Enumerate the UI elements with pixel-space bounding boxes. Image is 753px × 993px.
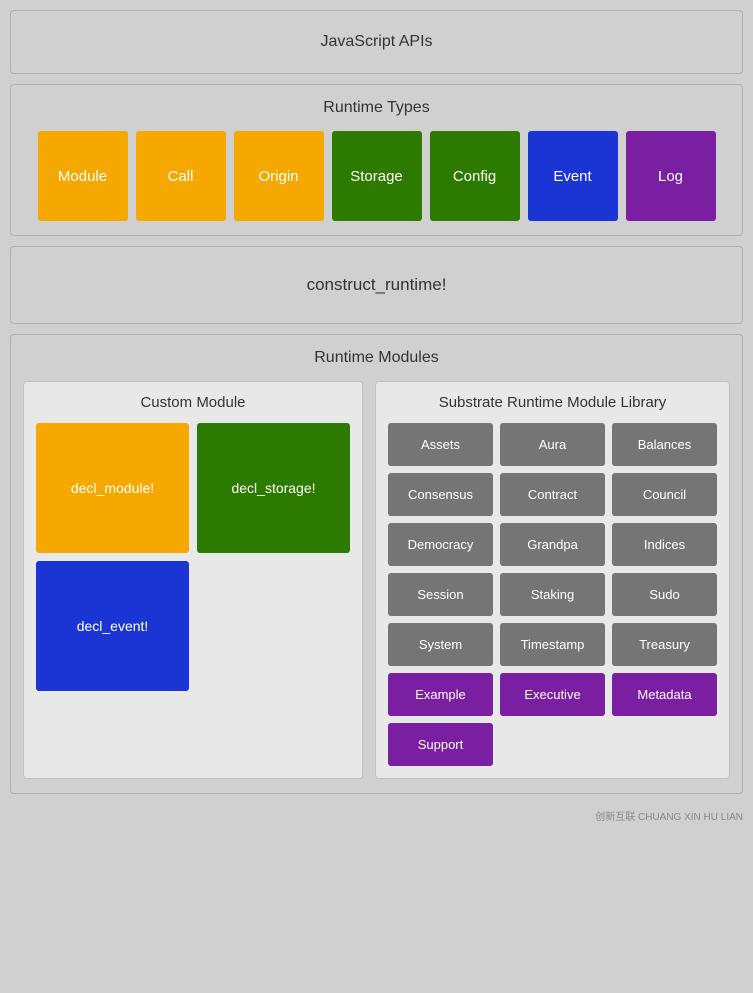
substrate-library-title: Substrate Runtime Module Library	[388, 394, 717, 411]
grid-empty-2	[612, 723, 717, 766]
lib-support[interactable]: Support	[388, 723, 493, 766]
lib-assets[interactable]: Assets	[388, 423, 493, 466]
lib-metadata[interactable]: Metadata	[612, 673, 717, 716]
lib-sudo[interactable]: Sudo	[612, 573, 717, 616]
watermark: 创新互联 CHUANG XIN HU LIAN	[10, 804, 743, 823]
custom-module-title: Custom Module	[36, 394, 350, 411]
javascript-apis-section: JavaScript APIs	[10, 10, 743, 74]
custom-module-box: Custom Module decl_module! decl_storage!…	[23, 381, 363, 779]
lib-session[interactable]: Session	[388, 573, 493, 616]
runtime-types-section: Runtime Types Module Call Origin Storage…	[10, 84, 743, 236]
runtime-types-grid: Module Call Origin Storage Config Event …	[23, 131, 730, 221]
construct-runtime-section: construct_runtime!	[10, 246, 743, 324]
type-module[interactable]: Module	[38, 131, 128, 221]
lib-contract[interactable]: Contract	[500, 473, 605, 516]
lib-treasury[interactable]: Treasury	[612, 623, 717, 666]
runtime-types-title: Runtime Types	[23, 99, 730, 117]
lib-example[interactable]: Example	[388, 673, 493, 716]
lib-grandpa[interactable]: Grandpa	[500, 523, 605, 566]
javascript-apis-title: JavaScript APIs	[23, 33, 730, 51]
substrate-library-box: Substrate Runtime Module Library Assets …	[375, 381, 730, 779]
runtime-modules-title: Runtime Modules	[23, 349, 730, 367]
lib-aura[interactable]: Aura	[500, 423, 605, 466]
type-storage[interactable]: Storage	[332, 131, 422, 221]
lib-consensus[interactable]: Consensus	[388, 473, 493, 516]
construct-runtime-title: construct_runtime!	[23, 275, 730, 295]
decl-module-box[interactable]: decl_module!	[36, 423, 189, 553]
lib-balances[interactable]: Balances	[612, 423, 717, 466]
decl-storage-box[interactable]: decl_storage!	[197, 423, 350, 553]
type-call[interactable]: Call	[136, 131, 226, 221]
grid-empty-1	[500, 723, 605, 766]
lib-council[interactable]: Council	[612, 473, 717, 516]
substrate-library-grid: Assets Aura Balances Consensus Contract …	[388, 423, 717, 766]
lib-system[interactable]: System	[388, 623, 493, 666]
modules-inner: Custom Module decl_module! decl_storage!…	[23, 381, 730, 779]
lib-timestamp[interactable]: Timestamp	[500, 623, 605, 666]
type-origin[interactable]: Origin	[234, 131, 324, 221]
type-event[interactable]: Event	[528, 131, 618, 221]
lib-indices[interactable]: Indices	[612, 523, 717, 566]
type-log[interactable]: Log	[626, 131, 716, 221]
lib-democracy[interactable]: Democracy	[388, 523, 493, 566]
lib-executive[interactable]: Executive	[500, 673, 605, 716]
custom-module-grid: decl_module! decl_storage! decl_event!	[36, 423, 350, 691]
lib-staking[interactable]: Staking	[500, 573, 605, 616]
runtime-modules-section: Runtime Modules Custom Module decl_modul…	[10, 334, 743, 794]
type-config[interactable]: Config	[430, 131, 520, 221]
decl-event-box[interactable]: decl_event!	[36, 561, 189, 691]
